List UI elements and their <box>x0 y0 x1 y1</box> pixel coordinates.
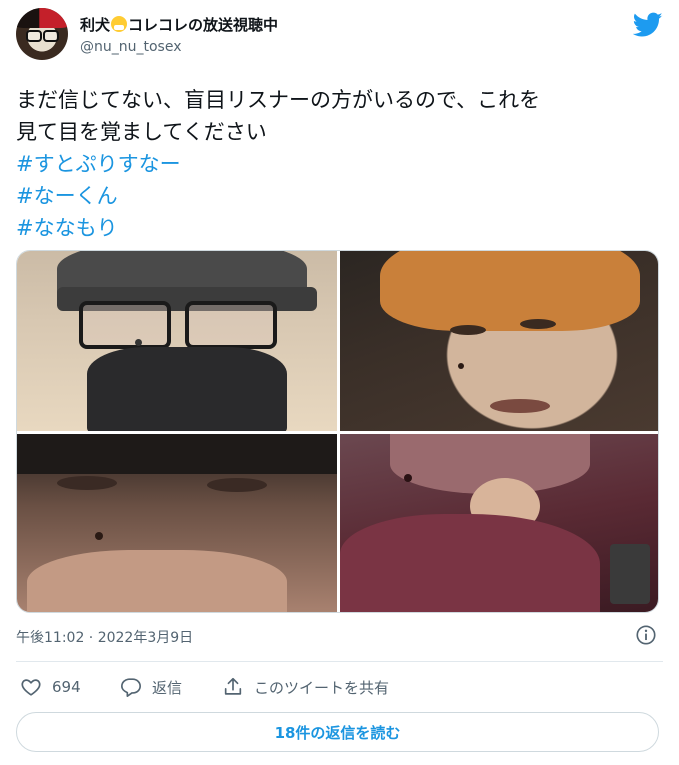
hashtag-link[interactable]: #すとぷりすなー <box>16 148 663 180</box>
tweet-actions: 694 返信 このツイートを共有 <box>16 672 663 702</box>
media-grid <box>16 250 659 613</box>
username[interactable]: @nu_nu_tosex <box>80 39 182 55</box>
twitter-bird-icon[interactable] <box>633 12 663 38</box>
hashtag-link[interactable]: #ななもり <box>16 212 663 244</box>
avatar[interactable] <box>16 8 68 60</box>
avatar-hair <box>16 8 68 28</box>
like-button[interactable]: 694 <box>20 672 81 702</box>
read-replies-button[interactable]: 18件の返信を読む <box>16 712 659 752</box>
share-icon <box>224 677 242 695</box>
reply-button[interactable]: 返信 <box>120 672 182 702</box>
tweet-text: まだ信じてない、盲目リスナーの方がいるので、これを 見て目を覚ましてください #… <box>16 84 663 244</box>
photo-3[interactable] <box>17 434 337 612</box>
avatar-glasses-right <box>43 30 59 42</box>
avatar-glasses-left <box>26 30 42 42</box>
heart-icon <box>21 679 41 696</box>
share-label: このツイートを共有 <box>254 678 390 697</box>
tweet-header: 利犬 コレコレの放送視聴中 @nu_nu_tosex <box>16 8 663 66</box>
display-name-part1: 利犬 <box>80 16 111 34</box>
like-count: 694 <box>52 678 81 696</box>
medical-mask-emoji-icon <box>111 16 128 32</box>
display-name-part2: コレコレの放送視聴中 <box>128 16 279 34</box>
display-name[interactable]: 利犬 コレコレの放送視聴中 <box>80 14 278 35</box>
photo-4[interactable] <box>340 434 658 612</box>
share-button[interactable]: このツイートを共有 <box>222 672 389 702</box>
info-icon[interactable] <box>635 624 657 646</box>
tweet-text-line-1: まだ信じてない、盲目リスナーの方がいるので、これを <box>16 88 541 112</box>
divider <box>16 661 663 662</box>
photo-1[interactable] <box>17 251 337 431</box>
reply-label: 返信 <box>152 678 183 697</box>
photo-2[interactable] <box>340 251 658 431</box>
tweet-text-line-2: 見て目を覚ましてください <box>16 120 267 144</box>
reply-icon <box>121 678 141 697</box>
hashtag-link[interactable]: #なーくん <box>16 180 663 212</box>
tweet-timestamp[interactable]: 午後11:02 · 2022年3月9日 <box>16 627 193 647</box>
